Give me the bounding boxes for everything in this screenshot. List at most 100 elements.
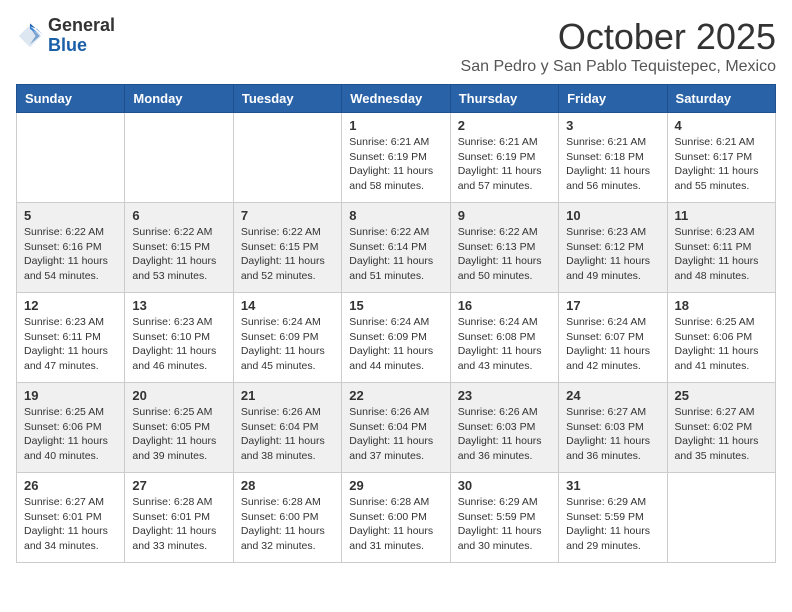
day-number: 1 <box>349 118 442 133</box>
day-info: Sunrise: 6:23 AM Sunset: 6:10 PM Dayligh… <box>132 315 225 374</box>
weekday-header-friday: Friday <box>559 85 667 113</box>
day-number: 25 <box>675 388 768 403</box>
day-info: Sunrise: 6:24 AM Sunset: 6:07 PM Dayligh… <box>566 315 659 374</box>
calendar-day-cell: 2Sunrise: 6:21 AM Sunset: 6:19 PM Daylig… <box>450 113 558 203</box>
day-info: Sunrise: 6:22 AM Sunset: 6:14 PM Dayligh… <box>349 225 442 284</box>
day-number: 24 <box>566 388 659 403</box>
calendar-day-cell: 17 Sunrise: 6:24 AM Sunset: 6:07 PM Dayli… <box>559 293 667 383</box>
day-number: 19 <box>24 388 117 403</box>
weekday-header-thursday: Thursday <box>450 85 558 113</box>
calendar-day-cell: 22 Sunrise: 6:26 AM Sunset: 6:04 PM Dayli… <box>342 383 450 473</box>
day-number: 3 <box>566 118 659 133</box>
month-title: October 2025 <box>461 16 776 58</box>
calendar-week-row: 19Sunrise: 6:25 AM Sunset: 6:06 PM Dayli… <box>17 383 776 473</box>
day-info: Sunrise: 6:28 AM Sunset: 6:01 PM Dayligh… <box>132 495 225 554</box>
day-info: Sunrise: 6:21 AM Sunset: 6:19 PM Dayligh… <box>458 135 551 194</box>
location-title: San Pedro y San Pablo Tequistepec, Mexic… <box>461 58 776 76</box>
day-number: 14 <box>241 298 334 313</box>
calendar-day-cell: 28 Sunrise: 6:28 AM Sunset: 6:00 PM Dayli… <box>233 473 341 563</box>
day-info: Sunrise: 6:23 AM Sunset: 6:11 PM Dayligh… <box>675 225 768 284</box>
weekday-header-tuesday: Tuesday <box>233 85 341 113</box>
day-info: Sunrise: 6:27 AM Sunset: 6:01 PM Dayligh… <box>24 495 117 554</box>
calendar-day-cell: 14 Sunrise: 6:24 AM Sunset: 6:09 PM Dayli… <box>233 293 341 383</box>
day-info: Sunrise: 6:27 AM Sunset: 6:02 PM Dayligh… <box>675 405 768 464</box>
calendar-day-cell: 26 Sunrise: 6:27 AM Sunset: 6:01 PM Dayli… <box>17 473 125 563</box>
day-info: Sunrise: 6:23 AM Sunset: 6:11 PM Dayligh… <box>24 315 117 374</box>
day-number: 16 <box>458 298 551 313</box>
day-number: 6 <box>132 208 225 223</box>
logo: General Blue <box>16 16 115 56</box>
calendar-day-cell: 19Sunrise: 6:25 AM Sunset: 6:06 PM Dayli… <box>17 383 125 473</box>
weekday-header-monday: Monday <box>125 85 233 113</box>
empty-cell <box>125 113 233 203</box>
calendar-day-cell: 30Sunrise: 6:29 AM Sunset: 5:59 PM Dayli… <box>450 473 558 563</box>
day-number: 18 <box>675 298 768 313</box>
calendar-week-row: 12 Sunrise: 6:23 AM Sunset: 6:11 PM Dayli… <box>17 293 776 383</box>
calendar-day-cell: 20Sunrise: 6:25 AM Sunset: 6:05 PM Dayli… <box>125 383 233 473</box>
calendar-day-cell: 7Sunrise: 6:22 AM Sunset: 6:15 PM Daylig… <box>233 203 341 293</box>
day-number: 17 <box>566 298 659 313</box>
calendar-day-cell: 11 Sunrise: 6:23 AM Sunset: 6:11 PM Dayli… <box>667 203 775 293</box>
day-info: Sunrise: 6:29 AM Sunset: 5:59 PM Dayligh… <box>566 495 659 554</box>
day-number: 13 <box>132 298 225 313</box>
day-number: 29 <box>349 478 442 493</box>
calendar-table: SundayMondayTuesdayWednesdayThursdayFrid… <box>16 84 776 563</box>
day-number: 21 <box>241 388 334 403</box>
day-number: 4 <box>675 118 768 133</box>
day-info: Sunrise: 6:24 AM Sunset: 6:09 PM Dayligh… <box>241 315 334 374</box>
calendar-day-cell: 24 Sunrise: 6:27 AM Sunset: 6:03 PM Dayli… <box>559 383 667 473</box>
calendar-day-cell: 21 Sunrise: 6:26 AM Sunset: 6:04 PM Dayli… <box>233 383 341 473</box>
day-number: 10 <box>566 208 659 223</box>
day-info: Sunrise: 6:26 AM Sunset: 6:03 PM Dayligh… <box>458 405 551 464</box>
day-number: 9 <box>458 208 551 223</box>
calendar-day-cell: 15 Sunrise: 6:24 AM Sunset: 6:09 PM Dayli… <box>342 293 450 383</box>
day-info: Sunrise: 6:25 AM Sunset: 6:06 PM Dayligh… <box>675 315 768 374</box>
calendar-week-row: 5 Sunrise: 6:22 AM Sunset: 6:16 PM Daylig… <box>17 203 776 293</box>
day-number: 12 <box>24 298 117 313</box>
calendar-day-cell: 31 Sunrise: 6:29 AM Sunset: 5:59 PM Dayli… <box>559 473 667 563</box>
day-info: Sunrise: 6:21 AM Sunset: 6:17 PM Dayligh… <box>675 135 768 194</box>
day-info: Sunrise: 6:24 AM Sunset: 6:09 PM Dayligh… <box>349 315 442 374</box>
day-number: 31 <box>566 478 659 493</box>
day-info: Sunrise: 6:22 AM Sunset: 6:15 PM Dayligh… <box>132 225 225 284</box>
day-info: Sunrise: 6:21 AM Sunset: 6:19 PM Dayligh… <box>349 135 442 194</box>
calendar-day-cell: 8 Sunrise: 6:22 AM Sunset: 6:14 PM Daylig… <box>342 203 450 293</box>
weekday-header-sunday: Sunday <box>17 85 125 113</box>
logo-general: General <box>48 16 115 36</box>
calendar-week-row: 1 Sunrise: 6:21 AM Sunset: 6:19 PM Daylig… <box>17 113 776 203</box>
empty-cell <box>17 113 125 203</box>
day-number: 5 <box>24 208 117 223</box>
day-info: Sunrise: 6:29 AM Sunset: 5:59 PM Dayligh… <box>458 495 551 554</box>
day-number: 26 <box>24 478 117 493</box>
logo-icon <box>16 22 44 50</box>
day-info: Sunrise: 6:22 AM Sunset: 6:13 PM Dayligh… <box>458 225 551 284</box>
day-number: 20 <box>132 388 225 403</box>
day-info: Sunrise: 6:27 AM Sunset: 6:03 PM Dayligh… <box>566 405 659 464</box>
calendar-week-row: 26 Sunrise: 6:27 AM Sunset: 6:01 PM Dayli… <box>17 473 776 563</box>
day-info: Sunrise: 6:26 AM Sunset: 6:04 PM Dayligh… <box>349 405 442 464</box>
day-info: Sunrise: 6:22 AM Sunset: 6:15 PM Dayligh… <box>241 225 334 284</box>
day-number: 11 <box>675 208 768 223</box>
day-info: Sunrise: 6:28 AM Sunset: 6:00 PM Dayligh… <box>241 495 334 554</box>
calendar-day-cell: 5 Sunrise: 6:22 AM Sunset: 6:16 PM Daylig… <box>17 203 125 293</box>
day-number: 15 <box>349 298 442 313</box>
day-info: Sunrise: 6:26 AM Sunset: 6:04 PM Dayligh… <box>241 405 334 464</box>
calendar-day-cell: 18 Sunrise: 6:25 AM Sunset: 6:06 PM Dayli… <box>667 293 775 383</box>
empty-cell <box>233 113 341 203</box>
calendar-day-cell: 27Sunrise: 6:28 AM Sunset: 6:01 PM Dayli… <box>125 473 233 563</box>
calendar-day-cell: 4 Sunrise: 6:21 AM Sunset: 6:17 PM Daylig… <box>667 113 775 203</box>
logo-text: General Blue <box>48 16 115 56</box>
calendar-day-cell: 9 Sunrise: 6:22 AM Sunset: 6:13 PM Daylig… <box>450 203 558 293</box>
day-number: 28 <box>241 478 334 493</box>
day-number: 22 <box>349 388 442 403</box>
weekday-header-saturday: Saturday <box>667 85 775 113</box>
calendar-day-cell: 3Sunrise: 6:21 AM Sunset: 6:18 PM Daylig… <box>559 113 667 203</box>
calendar-day-cell: 25 Sunrise: 6:27 AM Sunset: 6:02 PM Dayli… <box>667 383 775 473</box>
calendar-day-cell: 6 Sunrise: 6:22 AM Sunset: 6:15 PM Daylig… <box>125 203 233 293</box>
day-number: 8 <box>349 208 442 223</box>
day-info: Sunrise: 6:24 AM Sunset: 6:08 PM Dayligh… <box>458 315 551 374</box>
title-area: October 2025 San Pedro y San Pablo Tequi… <box>461 16 776 76</box>
calendar-day-cell: 23 Sunrise: 6:26 AM Sunset: 6:03 PM Dayli… <box>450 383 558 473</box>
day-number: 23 <box>458 388 551 403</box>
day-info: Sunrise: 6:22 AM Sunset: 6:16 PM Dayligh… <box>24 225 117 284</box>
